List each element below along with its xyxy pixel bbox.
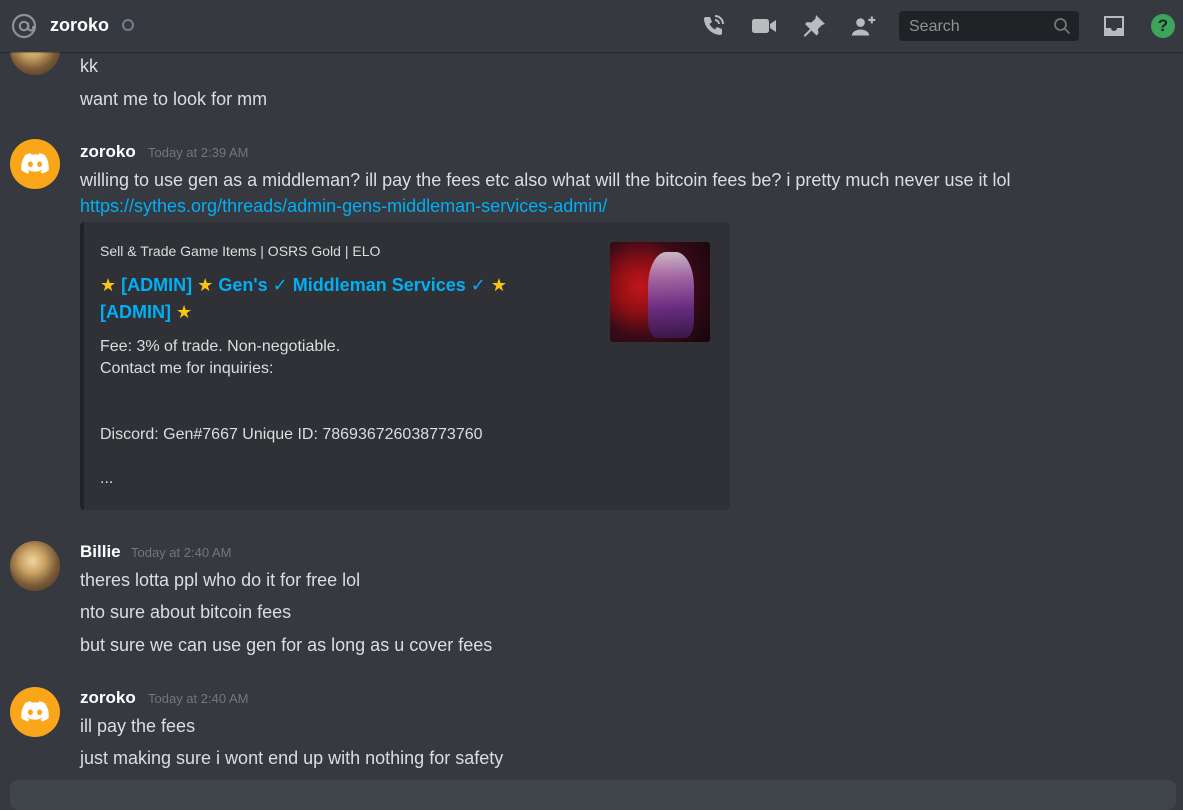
embed-description: ... — [100, 470, 114, 487]
at-icon — [11, 13, 37, 39]
dm-header: zoroko Search ? — [0, 0, 1183, 52]
message-timestamp: Today at 2:40 AM — [131, 545, 232, 560]
message-text: nto sure about bitcoin fees — [80, 602, 292, 622]
thumbnail-figure — [648, 252, 694, 338]
star-icon: ★ — [490, 275, 508, 295]
link-embed: Sell & Trade Game Items | OSRS Gold | EL… — [80, 222, 730, 510]
search-icon — [1053, 17, 1071, 35]
embed-description: Discord: Gen#7667 Unique ID: 78693672603… — [100, 426, 483, 443]
search-input[interactable] — [907, 16, 1051, 38]
embed-title-text: [ADMIN] — [121, 275, 193, 295]
message-username[interactable]: zoroko — [80, 141, 136, 163]
embed-provider[interactable]: Sell & Trade Game Items | OSRS Gold | EL… — [100, 241, 380, 261]
star-icon: ★ — [197, 275, 214, 295]
star-icon: ★ — [176, 302, 193, 322]
embed-title-text: [ADMIN] — [100, 302, 171, 322]
inbox-icon[interactable] — [1101, 13, 1127, 39]
add-friends-to-dm-icon[interactable] — [851, 13, 877, 39]
message-text: ill pay the fees — [80, 716, 196, 736]
start-video-call-icon[interactable] — [751, 13, 777, 39]
embed-description: Fee: 3% of trade. Non-negotiable. — [100, 338, 341, 355]
pinned-messages-icon[interactable] — [801, 13, 827, 39]
dm-recipient-name: zoroko — [50, 15, 110, 35]
start-voice-call-icon[interactable] — [700, 13, 726, 39]
avatar[interactable] — [10, 541, 60, 591]
star-icon: ★ — [100, 275, 117, 295]
message-text: but sure we can use gen for as long as u… — [80, 635, 493, 655]
message-text: kk — [80, 56, 98, 76]
embed-thumbnail[interactable] — [610, 242, 710, 342]
message-username[interactable]: Billie — [80, 541, 121, 563]
message-text: want me to look for mm — [80, 89, 268, 109]
avatar[interactable] — [10, 52, 60, 75]
search-bar[interactable] — [899, 11, 1079, 41]
embed-title[interactable]: ★ [ADMIN] ★ Gen's ✓ Middleman Services ✓… — [100, 272, 570, 326]
embed-description: Contact me for inquiries: — [100, 360, 274, 377]
embed-title-text: Gen's ✓ Middleman Services ✓ — [218, 275, 486, 295]
message-username[interactable]: zoroko — [80, 687, 136, 709]
message-text: willing to use gen as a middleman? ill p… — [80, 170, 1011, 190]
message-text: just making sure i wont end up with noth… — [80, 748, 504, 768]
discord-logo-icon — [21, 701, 49, 722]
avatar[interactable] — [10, 139, 60, 189]
help-icon[interactable]: ? — [1151, 14, 1175, 38]
message-link[interactable]: https://sythes.org/threads/admin-gens-mi… — [80, 194, 607, 218]
discord-logo-icon — [21, 153, 49, 174]
message-composer[interactable] — [10, 780, 1176, 810]
message-timestamp: Today at 2:40 AM — [148, 691, 249, 706]
avatar[interactable] — [10, 687, 60, 737]
message-timestamp: Today at 2:39 AM — [148, 145, 249, 160]
message-list: kk want me to look for mm zoroko Today a… — [0, 52, 1183, 793]
message-text: theres lotta ppl who do it for free lol — [80, 570, 361, 590]
offline-status-icon — [122, 19, 134, 31]
